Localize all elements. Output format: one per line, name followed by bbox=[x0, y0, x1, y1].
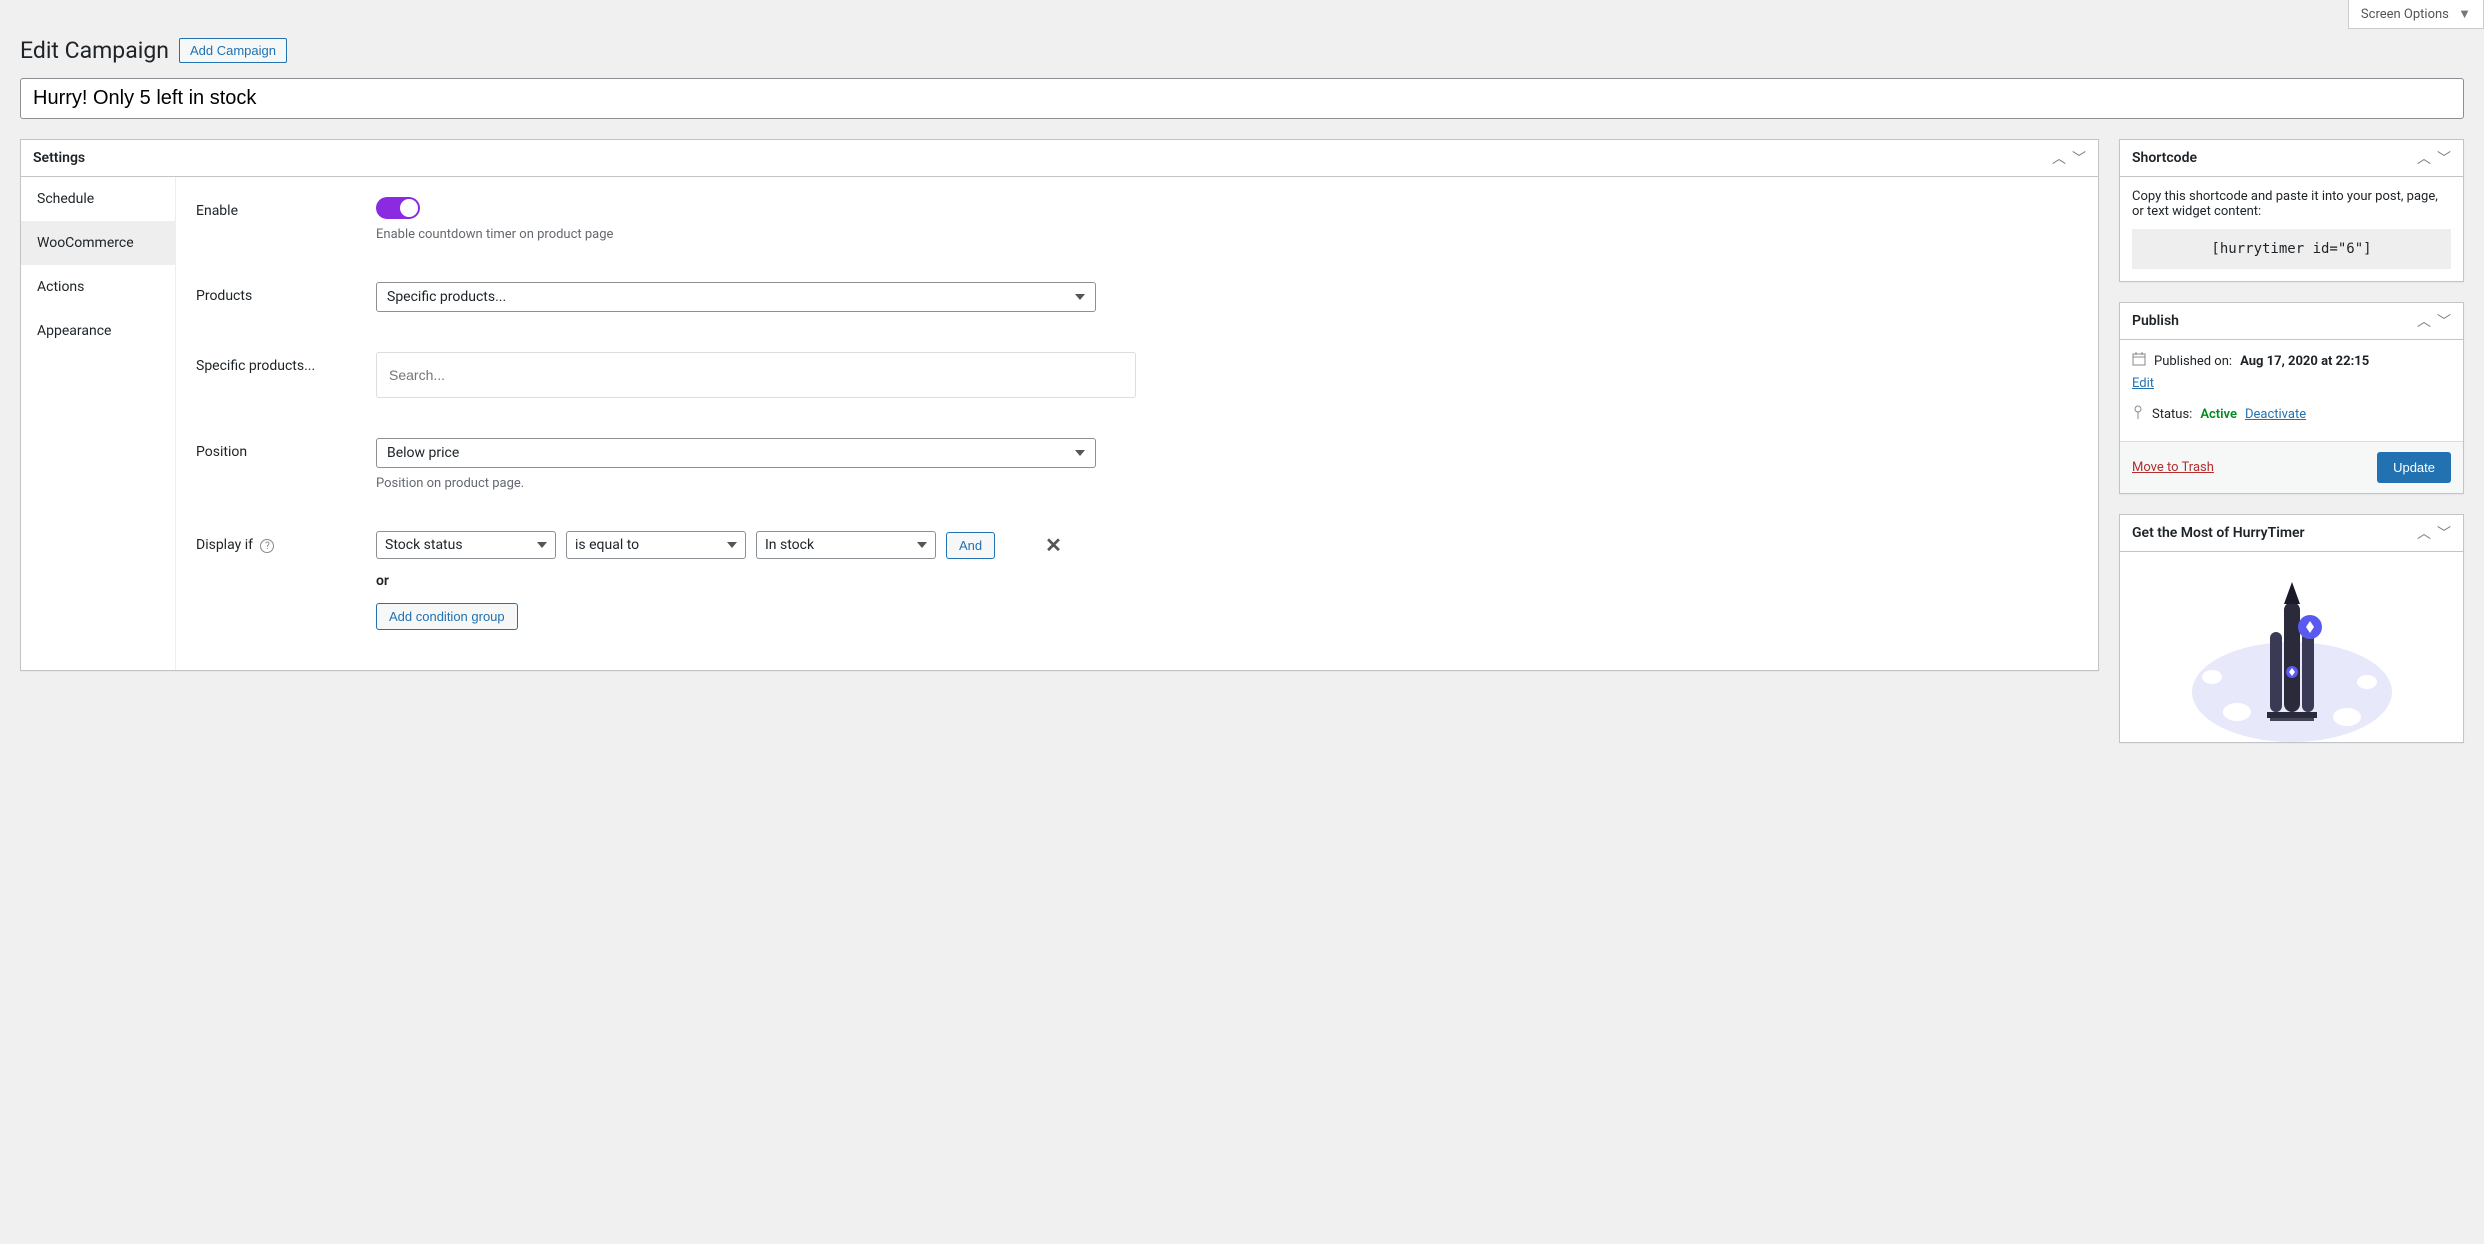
chevron-down-icon bbox=[1075, 450, 1085, 456]
chevron-down-icon bbox=[727, 542, 737, 548]
specific-products-search[interactable] bbox=[376, 352, 1136, 398]
enable-help: Enable countdown timer on product page bbox=[376, 227, 2078, 242]
shortcode-code[interactable]: [hurrytimer id="6"] bbox=[2132, 229, 2451, 269]
condition-value-select[interactable]: In stock bbox=[756, 531, 936, 559]
display-if-label: Display if ? bbox=[196, 531, 376, 553]
toggle-knob bbox=[400, 199, 418, 217]
panel-up-icon[interactable]: ︿ bbox=[2417, 148, 2431, 168]
publish-box: Publish ︿ ﹀ Published on: Aug 17, 2020 a… bbox=[2119, 302, 2464, 494]
position-label: Position bbox=[196, 438, 376, 460]
tab-actions[interactable]: Actions bbox=[21, 265, 175, 309]
condition-field-select[interactable]: Stock status bbox=[376, 531, 556, 559]
promo-box: Get the Most of HurryTimer ︿ ﹀ bbox=[2119, 514, 2464, 743]
settings-box: Settings ︿ ﹀ Schedule WooCommerce Action… bbox=[20, 139, 2099, 671]
panel-down-icon[interactable]: ﹀ bbox=[2072, 148, 2086, 168]
chevron-down-icon bbox=[1075, 294, 1085, 300]
campaign-title-input[interactable] bbox=[20, 78, 2464, 119]
published-on-value: Aug 17, 2020 at 22:15 bbox=[2240, 354, 2369, 369]
update-button[interactable]: Update bbox=[2377, 452, 2451, 483]
panel-up-icon[interactable]: ︿ bbox=[2417, 311, 2431, 331]
publish-heading: Publish bbox=[2132, 313, 2179, 329]
rocket-icon bbox=[2152, 572, 2432, 742]
add-campaign-button[interactable]: Add Campaign bbox=[179, 38, 287, 63]
edit-date-link[interactable]: Edit bbox=[2132, 376, 2154, 391]
page-title: Edit Campaign bbox=[20, 37, 169, 64]
shortcode-box: Shortcode ︿ ﹀ Copy this shortcode and pa… bbox=[2119, 139, 2464, 282]
enable-toggle[interactable] bbox=[376, 197, 420, 219]
deactivate-link[interactable]: Deactivate bbox=[2245, 407, 2306, 422]
promo-heading: Get the Most of HurryTimer bbox=[2132, 525, 2305, 541]
position-select[interactable]: Below price bbox=[376, 438, 1096, 468]
position-help: Position on product page. bbox=[376, 476, 2078, 491]
panel-up-icon[interactable]: ︿ bbox=[2052, 148, 2066, 168]
enable-label: Enable bbox=[196, 197, 376, 219]
status-value: Active bbox=[2200, 407, 2237, 422]
products-select[interactable]: Specific products... bbox=[376, 282, 1096, 312]
condition-field-value: Stock status bbox=[385, 537, 463, 553]
status-label: Status: bbox=[2152, 407, 2192, 422]
products-label: Products bbox=[196, 282, 376, 304]
help-icon[interactable]: ? bbox=[260, 539, 274, 553]
condition-value-value: In stock bbox=[765, 537, 814, 553]
tab-woocommerce[interactable]: WooCommerce bbox=[21, 221, 175, 265]
condition-or-label: or bbox=[376, 573, 2078, 589]
chevron-down-icon: ▼ bbox=[2458, 7, 2471, 22]
panel-down-icon[interactable]: ﹀ bbox=[2437, 523, 2451, 543]
panel-down-icon[interactable]: ﹀ bbox=[2437, 311, 2451, 331]
position-value: Below price bbox=[387, 445, 459, 461]
settings-heading: Settings bbox=[33, 150, 85, 166]
tab-schedule[interactable]: Schedule bbox=[21, 177, 175, 221]
chevron-down-icon bbox=[917, 542, 927, 548]
screen-options-label: Screen Options bbox=[2361, 7, 2449, 22]
remove-condition-icon[interactable]: ✕ bbox=[1045, 533, 1062, 557]
tab-appearance[interactable]: Appearance bbox=[21, 309, 175, 353]
calendar-icon bbox=[2132, 352, 2146, 370]
shortcode-desc: Copy this shortcode and paste it into yo… bbox=[2132, 189, 2451, 219]
condition-and-button[interactable]: And bbox=[946, 532, 995, 559]
pin-icon bbox=[2132, 405, 2144, 423]
add-condition-group-button[interactable]: Add condition group bbox=[376, 603, 518, 630]
panel-up-icon[interactable]: ︿ bbox=[2417, 523, 2431, 543]
products-value: Specific products... bbox=[387, 289, 506, 305]
condition-operator-value: is equal to bbox=[575, 537, 639, 553]
shortcode-heading: Shortcode bbox=[2132, 150, 2197, 166]
condition-operator-select[interactable]: is equal to bbox=[566, 531, 746, 559]
panel-down-icon[interactable]: ﹀ bbox=[2437, 148, 2451, 168]
screen-options-button[interactable]: Screen Options ▼ bbox=[2348, 0, 2484, 29]
published-on-label: Published on: bbox=[2154, 354, 2232, 369]
specific-products-label: Specific products... bbox=[196, 352, 376, 374]
chevron-down-icon bbox=[537, 542, 547, 548]
move-to-trash-link[interactable]: Move to Trash bbox=[2132, 460, 2214, 475]
